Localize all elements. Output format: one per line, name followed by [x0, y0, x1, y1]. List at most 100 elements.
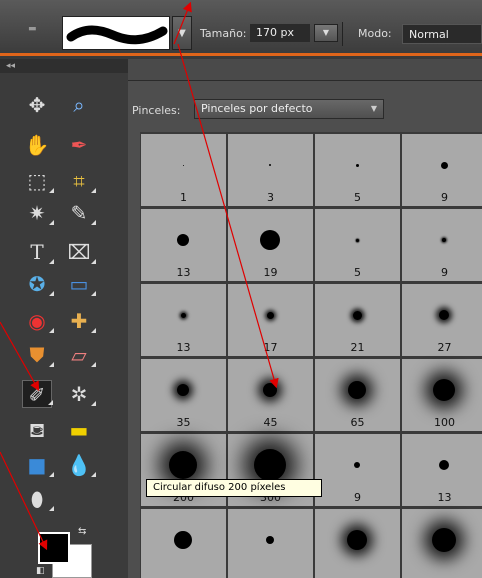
brush-size-label: 65 [350, 416, 365, 429]
brush-tip-icon [266, 311, 274, 319]
eyedropper-tool-icon[interactable]: ✒ [64, 131, 94, 159]
size-slider-button[interactable]: ▼ [314, 24, 338, 42]
brush-preset[interactable]: 9 [315, 434, 400, 506]
sponge-tool-icon[interactable]: ⬮ [22, 485, 54, 513]
mode-label: Modo: [358, 27, 392, 40]
panel-header [128, 59, 482, 81]
size-input[interactable]: 170 px [250, 24, 310, 42]
type-tool-icon[interactable]: T [22, 238, 54, 266]
brush-tip-icon [432, 528, 456, 552]
brush-size-label: 9 [441, 191, 448, 204]
cookie-cutter-tool-icon[interactable]: ✪ [22, 270, 54, 298]
magic-wand-tool-icon[interactable]: ✷ [22, 199, 54, 227]
zoom-tool-icon[interactable]: ⌕ [64, 91, 94, 119]
swap-colors-icon[interactable]: ⇆ [78, 526, 86, 537]
brush-tip-icon [355, 163, 359, 167]
brush-size-label: 1 [180, 191, 187, 204]
brush-size-label: 45 [263, 416, 278, 429]
gradient-tool-icon[interactable]: ▬ [64, 416, 94, 444]
brush-tool-icon[interactable]: ✐ [22, 380, 53, 408]
brush-preset[interactable] [315, 509, 400, 578]
brush-size-label: 13 [176, 266, 191, 279]
brush-tip-icon [177, 384, 189, 396]
eraser-tool-icon[interactable]: ▱ [64, 341, 96, 369]
chevron-down-icon: ▼ [370, 104, 377, 113]
brush-tip-icon [439, 310, 449, 320]
brush-size-label: 17 [263, 341, 278, 354]
brush-tip-icon [442, 238, 446, 242]
brush-picker-dropdown[interactable]: ▼ [172, 16, 192, 50]
smart-brush-tool-icon[interactable]: ✲ [64, 380, 96, 408]
brushes-set-select[interactable]: Pinceles por defecto ▼ [194, 99, 384, 119]
color-swatches: ⇆ ◧ [36, 526, 98, 578]
brush-preset[interactable]: 65 [315, 359, 400, 431]
brush-preset[interactable]: 13 [402, 434, 482, 506]
brush-size-label: 21 [350, 341, 365, 354]
brushes-set-value: Pinceles por defecto [201, 102, 313, 115]
brush-preset[interactable]: 45 [228, 359, 313, 431]
brush-preset[interactable]: 100 [402, 359, 482, 431]
brush-preset[interactable]: 21 [315, 284, 400, 356]
brush-preset[interactable]: 13 [141, 209, 226, 281]
straighten-tool-icon[interactable]: ▭ [64, 270, 96, 298]
brush-preset[interactable] [141, 509, 226, 578]
brush-preset[interactable]: 5 [315, 134, 400, 206]
shape-tool-icon[interactable]: ■ [22, 451, 54, 479]
brush-size-label: 5 [354, 266, 361, 279]
brush-preset[interactable]: 9 [402, 134, 482, 206]
brush-preset[interactable] [402, 509, 482, 578]
blur-tool-icon[interactable]: 💧 [64, 451, 96, 479]
divider [342, 22, 343, 46]
options-bar: ▬ ▼ Tamaño: 170 px ▼ Modo: Normal [0, 0, 482, 56]
mode-select[interactable]: Normal [402, 24, 482, 44]
healing-brush-tool-icon[interactable]: ✚ [64, 307, 96, 335]
brush-tip-icon [355, 238, 359, 242]
brush-size-label: 13 [176, 341, 191, 354]
move-tool-icon[interactable]: ✥ [22, 91, 52, 119]
brush-tip-icon [260, 230, 280, 250]
lasso-tool-icon[interactable]: ⌗ [64, 167, 96, 195]
brush-tip-icon [354, 462, 360, 468]
brush-preset[interactable]: 5 [315, 209, 400, 281]
brush-tip-icon [348, 381, 366, 399]
brush-tip-icon [352, 310, 362, 320]
brush-preset[interactable]: 13 [141, 284, 226, 356]
tooltip: Circular difuso 200 píxeles [146, 479, 322, 497]
brush-size-label: 13 [437, 491, 452, 504]
paint-bucket-tool-icon[interactable]: ⛾ [22, 416, 52, 444]
brush-tip-icon [177, 234, 189, 246]
brush-tip-icon [263, 383, 277, 397]
brush-tip-icon [433, 379, 455, 401]
brush-tip-icon [266, 536, 274, 544]
crop-tool-icon[interactable]: ⌧ [64, 238, 96, 266]
brush-preset[interactable] [228, 509, 313, 578]
toolbox: ✥ ⌕ ✋ ✒ ⬚ ⌗ ✷ ✎ T ⌧ ✪ ▭ ◉ ✚ ⛊ ▱ ✐ ✲ ⛾ ▬ … [0, 73, 128, 578]
brush-preset[interactable]: 27 [402, 284, 482, 356]
brush-grid: 1 3 5 9 13 19 5 9 13 17 21 27 35 45 65 100 200 300 9 13 [140, 132, 482, 578]
clone-stamp-tool-icon[interactable]: ⛊ [22, 341, 54, 369]
brush-tip-icon [440, 161, 448, 169]
brush-preset[interactable]: 19 [228, 209, 313, 281]
brushes-label: Pinceles: [132, 104, 181, 117]
toolbox-collapse-button[interactable]: ◂◂ [0, 59, 128, 73]
brush-preset[interactable]: 1 [141, 134, 226, 206]
marquee-tool-icon[interactable]: ⬚ [22, 167, 54, 195]
brush-preset[interactable]: 35 [141, 359, 226, 431]
foreground-color-swatch[interactable] [38, 532, 70, 564]
options-bar-grip[interactable]: ▬ [28, 24, 42, 34]
default-colors-icon[interactable]: ◧ [36, 566, 45, 576]
size-label: Tamaño: [200, 27, 247, 40]
brush-tip-icon [254, 449, 286, 481]
brush-size-label: 5 [354, 191, 361, 204]
hand-tool-icon[interactable]: ✋ [22, 131, 52, 159]
quick-selection-tool-icon[interactable]: ✎ [64, 199, 96, 227]
brush-preview[interactable] [62, 16, 170, 50]
red-eye-tool-icon[interactable]: ◉ [22, 307, 54, 335]
brush-tip-icon [347, 530, 367, 550]
brush-preset[interactable]: 3 [228, 134, 313, 206]
brush-preset[interactable]: 17 [228, 284, 313, 356]
brush-preset[interactable]: 9 [402, 209, 482, 281]
brush-tip-icon [182, 164, 184, 166]
brush-size-label: 35 [176, 416, 191, 429]
brush-size-label: 9 [441, 266, 448, 279]
